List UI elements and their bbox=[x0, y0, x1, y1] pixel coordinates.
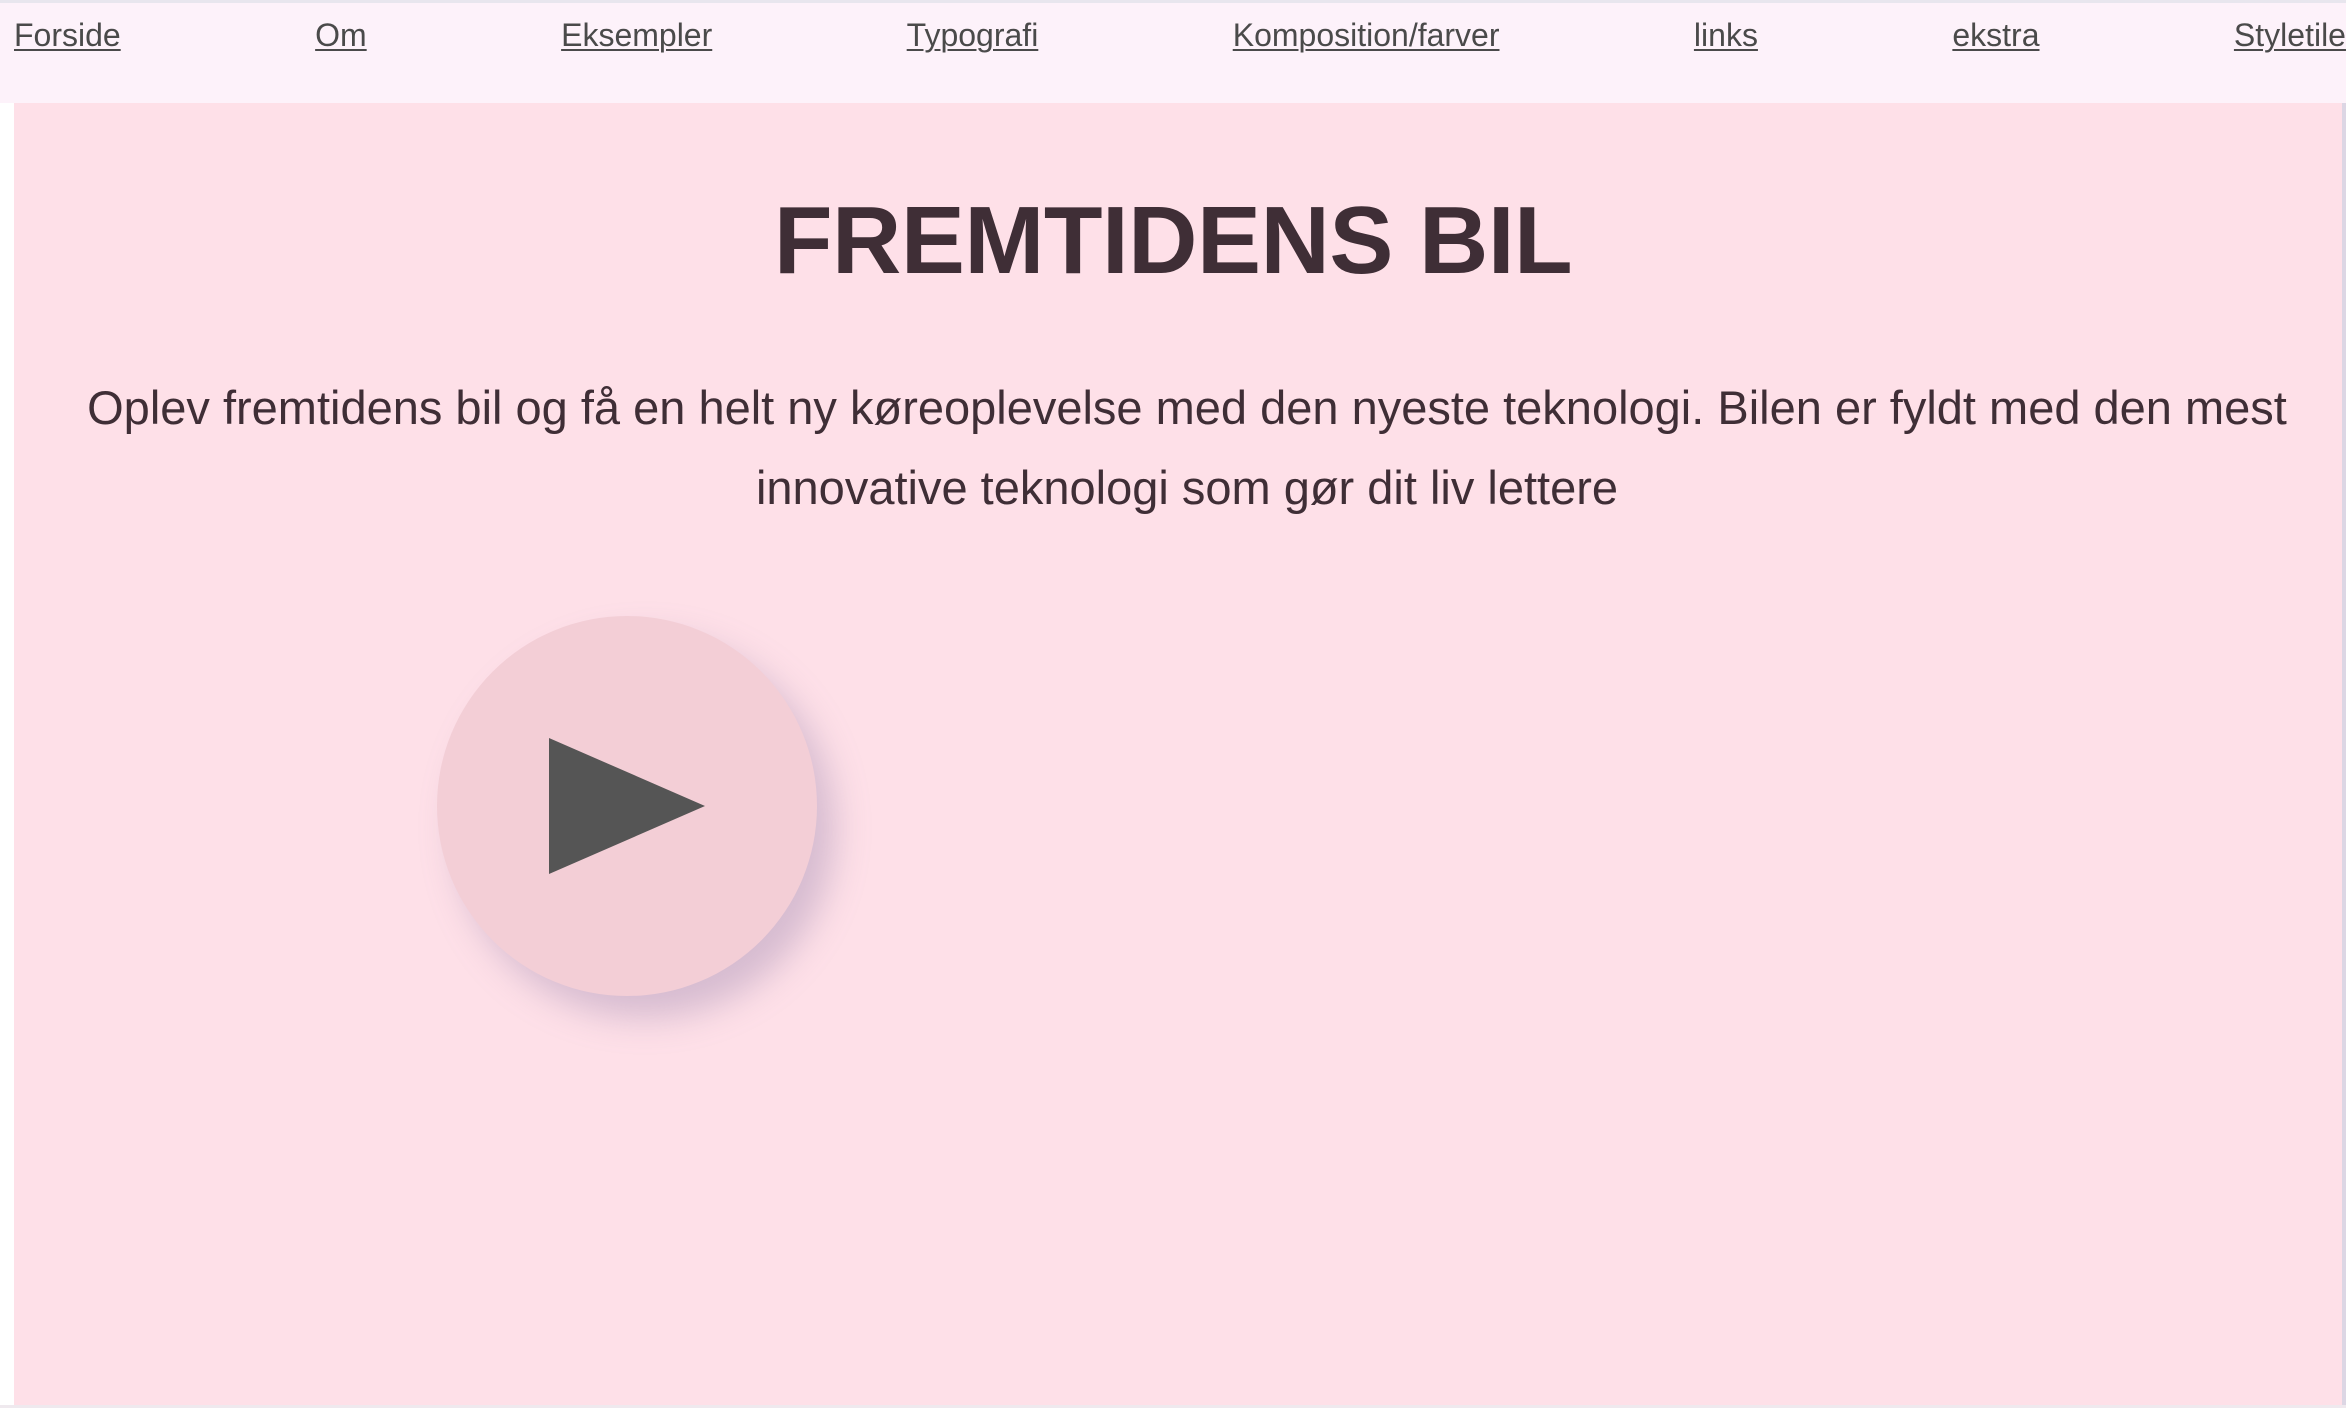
nav-link-styletile[interactable]: Styletile bbox=[2234, 15, 2346, 55]
nav-link-eksempler[interactable]: Eksempler bbox=[561, 15, 712, 55]
nav-link-links[interactable]: links bbox=[1694, 15, 1758, 55]
nav-link-om[interactable]: Om bbox=[315, 15, 367, 55]
hero-description: Oplev fremtidens bil og få en helt ny kø… bbox=[87, 381, 2287, 514]
play-icon bbox=[549, 738, 705, 874]
nav-link-forside[interactable]: Forside bbox=[14, 15, 121, 55]
nav-link-komposition-farver[interactable]: Komposition/farver bbox=[1233, 15, 1500, 55]
scrollbar-edge bbox=[2342, 103, 2346, 1408]
nav-link-typografi[interactable]: Typografi bbox=[907, 15, 1039, 55]
nav-link-ekstra[interactable]: ekstra bbox=[1952, 15, 2039, 55]
video-play-button[interactable] bbox=[437, 616, 817, 996]
hero-title: FREMTIDENS BIL bbox=[773, 187, 1573, 294]
page: Forside Om Eksempler Typografi Kompositi… bbox=[0, 0, 2346, 1408]
top-navigation: Forside Om Eksempler Typografi Kompositi… bbox=[0, 3, 2346, 103]
